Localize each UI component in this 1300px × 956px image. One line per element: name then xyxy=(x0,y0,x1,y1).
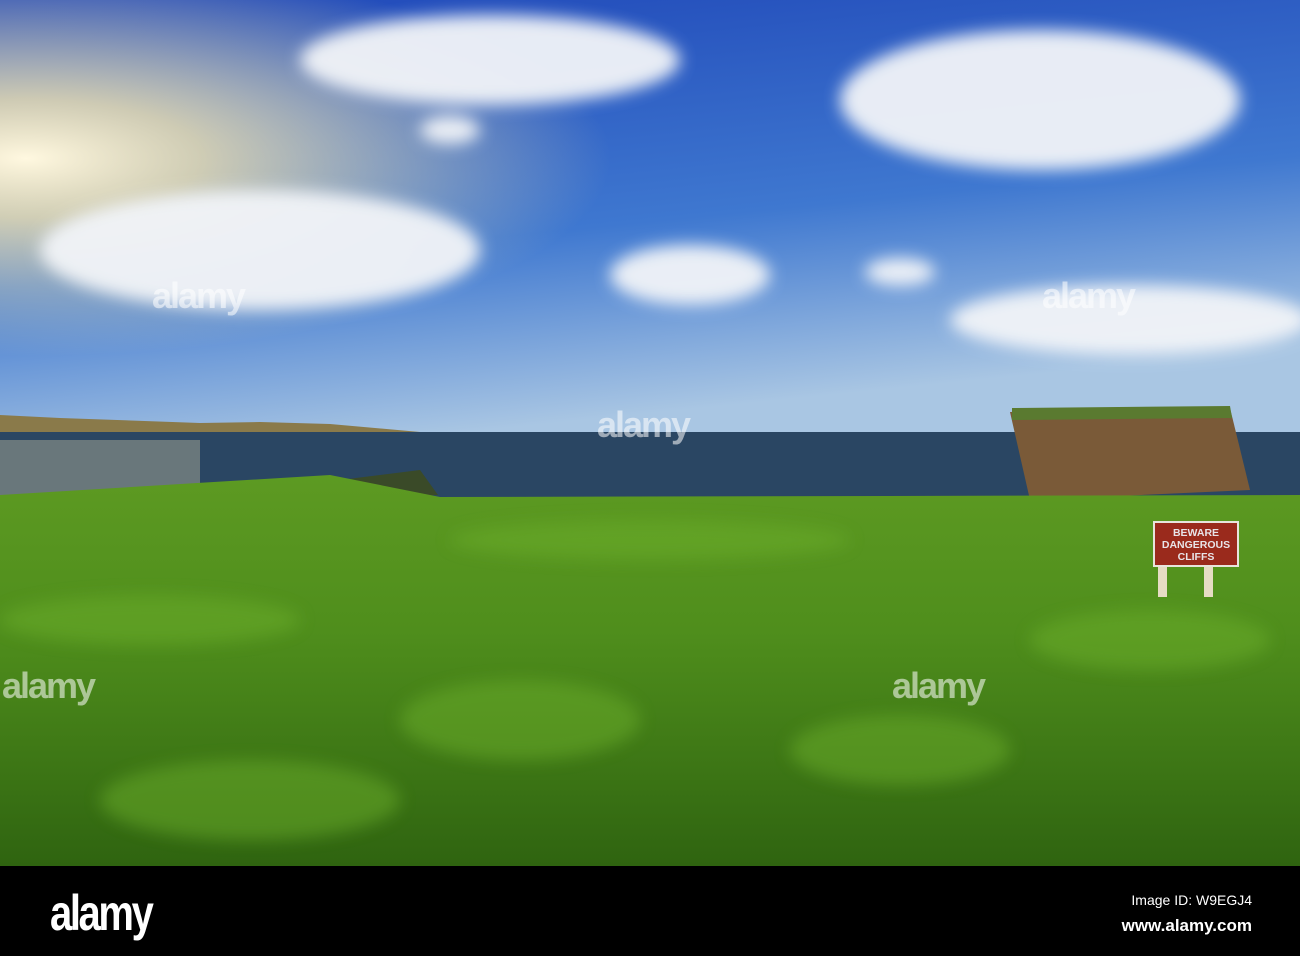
watermark: alamy xyxy=(2,665,96,706)
watermark: alamy xyxy=(597,404,691,445)
image-id: Image ID: W9EGJ4 xyxy=(1131,892,1252,908)
watermark: alamy xyxy=(152,275,246,316)
sign-line-2: DANGEROUS xyxy=(1161,539,1231,551)
sign-post-right xyxy=(1204,565,1213,597)
site-url: www.alamy.com xyxy=(1121,916,1252,935)
sign-line-1: BEWARE xyxy=(1172,527,1220,539)
alamy-logo: alamy xyxy=(50,885,154,941)
warning-sign: BEWARE DANGEROUS CLIFFS xyxy=(1153,521,1239,567)
sign-line-3: CLIFFS xyxy=(1177,551,1215,563)
sign-post-left xyxy=(1158,565,1167,597)
footer-bar: alamy Image ID: W9EGJ4 www.alamy.com xyxy=(0,866,1300,956)
watermark: alamy xyxy=(892,665,986,706)
watermark: alamy xyxy=(1042,275,1136,316)
